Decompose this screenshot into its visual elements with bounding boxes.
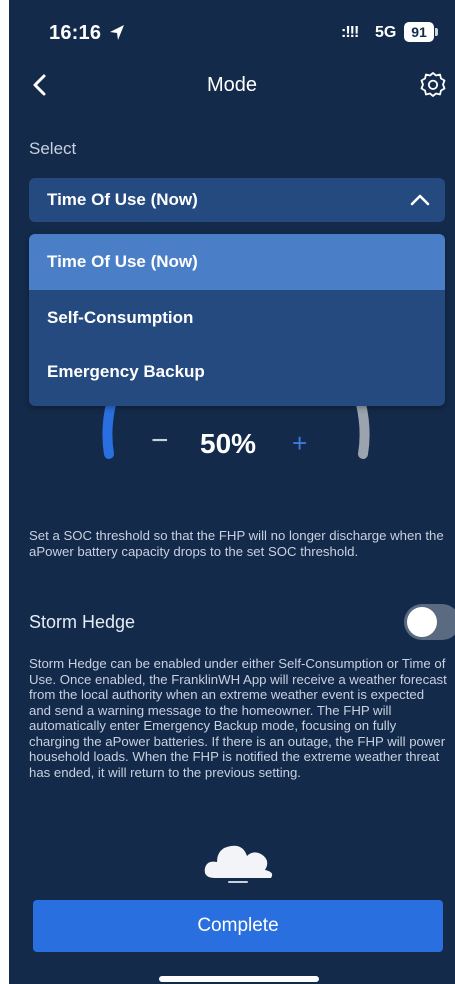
storm-hedge-toggle[interactable] (404, 604, 455, 640)
battery-level: 91 (404, 22, 434, 42)
location-arrow-icon (110, 25, 124, 40)
mode-screen: 16:16 :!!! 5G 91 Mode Select Time Of Use… (9, 0, 455, 984)
storm-hedge-label: Storm Hedge (29, 612, 136, 632)
complete-button[interactable]: Complete (33, 900, 443, 952)
toggle-knob (407, 607, 437, 637)
soc-decrease-button[interactable]: − (151, 424, 169, 458)
option-self-consumption[interactable]: Self-Consumption (29, 290, 445, 346)
option-label: Emergency Backup (47, 362, 205, 381)
page-title: Mode (206, 74, 258, 96)
dropdown-current-value: Time Of Use (Now) (47, 190, 198, 209)
soc-description: Set a SOC threshold so that the FHP will… (29, 528, 444, 559)
mode-dropdown[interactable]: Time Of Use (Now) (29, 178, 445, 222)
complete-button-label: Complete (197, 915, 279, 936)
battery-nub (435, 28, 438, 36)
option-time-of-use[interactable]: Time Of Use (Now) (29, 234, 445, 290)
status-bar: 16:16 :!!! 5G 91 (9, 0, 455, 64)
status-time: 16:16 (49, 22, 102, 44)
signal-indicator: :!!! (341, 24, 359, 41)
option-label: Time Of Use (Now) (47, 252, 198, 271)
storm-hedge-description: Storm Hedge can be enabled under either … (29, 656, 447, 780)
chevron-up-icon (410, 194, 430, 206)
select-label: Select (29, 139, 77, 158)
network-type: 5G (375, 24, 397, 41)
gear-icon[interactable] (419, 71, 447, 99)
option-label: Self-Consumption (47, 308, 194, 327)
cloud-icon (204, 845, 273, 883)
home-indicator (159, 976, 319, 982)
option-emergency-backup[interactable]: Emergency Backup (29, 344, 445, 400)
mode-options-menu: Time Of Use (Now) Self-Consumption Emerg… (29, 234, 445, 406)
soc-percent-value: 50% (200, 428, 257, 459)
soc-increase-button[interactable]: + (292, 428, 307, 459)
